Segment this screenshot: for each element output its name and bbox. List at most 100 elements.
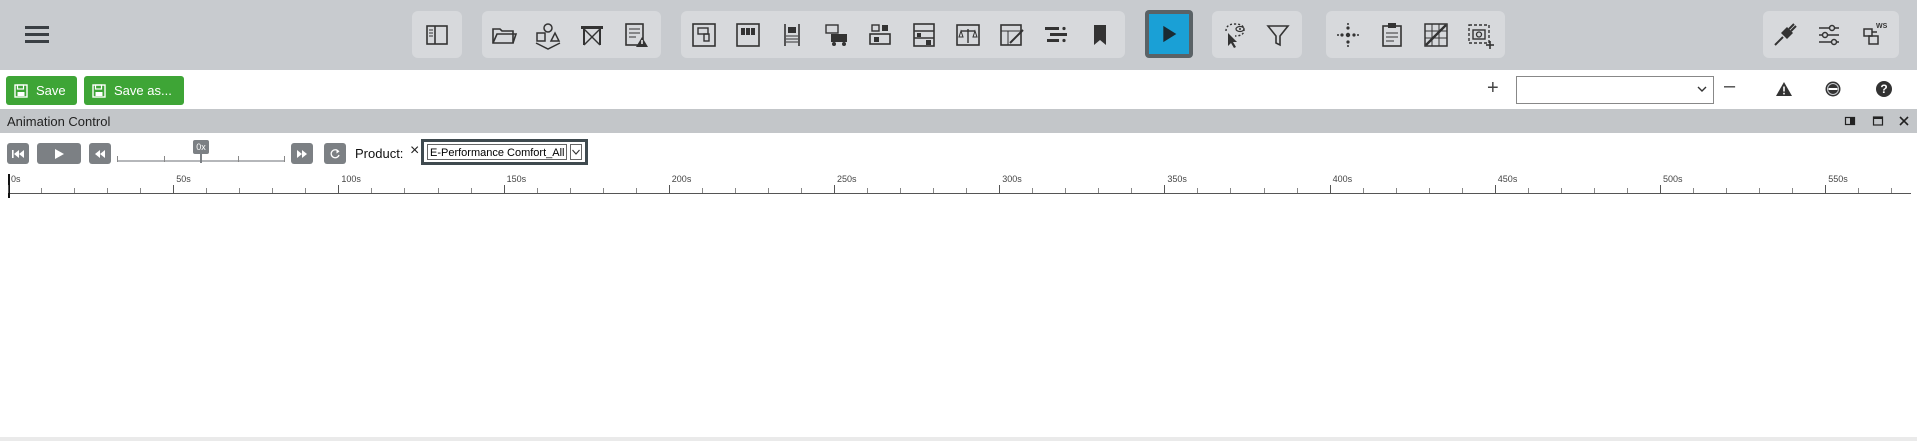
add-icon[interactable]: + <box>1487 77 1499 100</box>
gantt-button[interactable] <box>1036 11 1076 58</box>
fast-forward-icon <box>297 149 307 158</box>
timeline-tick <box>1032 188 1034 193</box>
timeline-tick <box>1693 188 1695 193</box>
run-simulation-button[interactable] <box>1145 10 1193 58</box>
workspace-button[interactable]: WS <box>1853 11 1893 58</box>
shelf-button[interactable] <box>904 11 944 58</box>
workspace-badge: WS <box>1876 23 1888 30</box>
timeline-tick <box>569 188 571 193</box>
timeline-tick <box>1792 188 1794 193</box>
timeline-tick <box>1660 185 1661 193</box>
plugin-icon <box>1774 22 1797 46</box>
dock-icon[interactable] <box>1844 115 1856 127</box>
bookmark-button[interactable] <box>1080 11 1120 58</box>
timeline-tick <box>503 185 505 193</box>
timeline-tick <box>800 188 802 193</box>
columns-button[interactable] <box>728 11 768 58</box>
timeline-tick <box>1461 188 1463 193</box>
timeline-tick <box>1197 188 1199 193</box>
floppy-disk-icon <box>14 83 28 98</box>
timeline-tick <box>734 188 736 193</box>
balance-button[interactable] <box>948 11 988 58</box>
timeline-tick <box>966 188 968 193</box>
lasso-select-button[interactable] <box>1214 11 1254 58</box>
settings-sliders-icon <box>1819 24 1839 45</box>
timeline-label: 100s <box>341 174 361 184</box>
timeline-tick <box>74 188 76 193</box>
vehicles-button[interactable] <box>816 11 856 58</box>
remove-icon[interactable]: – <box>1724 75 1735 98</box>
plugin-button[interactable] <box>1765 11 1805 58</box>
timeline-tick <box>1560 188 1562 193</box>
timeline-tick <box>1164 185 1166 193</box>
grid-edit-button[interactable] <box>1416 11 1456 58</box>
filter-button[interactable] <box>1258 11 1298 58</box>
timeline-tick <box>272 188 274 193</box>
product-select-dropdown[interactable] <box>570 144 582 160</box>
timeline-label: 550s <box>1828 174 1848 184</box>
shapes-button[interactable] <box>528 11 568 58</box>
conveyor-icon <box>784 23 800 46</box>
timeline-tick <box>1395 188 1397 193</box>
speed-tick <box>117 156 118 162</box>
timeline-tick <box>867 188 869 193</box>
timeline-tick <box>536 188 538 193</box>
stop-button[interactable] <box>1822 78 1844 100</box>
rewind-icon <box>95 149 105 158</box>
timeline-ruler[interactable]: 0s 50s 100s 150s 200s 250s 300s 350s 400s 450s 500… <box>0 172 1917 202</box>
edit-grid-icon <box>1000 23 1024 46</box>
toolbar-group-system: WS <box>1763 11 1899 58</box>
close-icon[interactable] <box>1898 115 1910 127</box>
scatter-button[interactable] <box>1328 11 1368 58</box>
skip-to-start-button[interactable] <box>7 143 29 164</box>
save-button[interactable]: Save <box>6 76 77 105</box>
document-warning-icon <box>625 22 648 47</box>
open-project-button[interactable] <box>484 11 524 58</box>
scatter-icon <box>1337 22 1359 47</box>
rack-button[interactable] <box>572 11 612 58</box>
conveyor-button[interactable] <box>772 11 812 58</box>
save-button-label: Save <box>36 83 66 98</box>
clipboard-button[interactable] <box>1372 11 1412 58</box>
clear-product-icon[interactable]: × <box>410 142 419 160</box>
timeline-tick <box>437 188 439 193</box>
timeline-tick <box>1263 188 1265 193</box>
warning-button[interactable] <box>1773 78 1795 100</box>
loop-button[interactable] <box>324 143 346 164</box>
timeline-tick <box>1230 188 1232 193</box>
speed-slider-thumb[interactable]: 0x <box>193 140 209 154</box>
rewind-button[interactable] <box>89 143 111 164</box>
timeline-tick <box>1593 188 1595 193</box>
timeline-tick <box>8 185 9 193</box>
edit-grid-button[interactable] <box>992 11 1032 58</box>
grid-edit-icon <box>1424 22 1448 47</box>
help-button[interactable]: ? <box>1873 78 1895 100</box>
layout-button[interactable] <box>684 11 724 58</box>
toolbar-group-tools <box>1326 11 1505 58</box>
panel-toggle-button[interactable] <box>417 11 457 58</box>
screenshot-add-icon <box>1468 23 1494 49</box>
help-icon: ? <box>1876 81 1892 97</box>
gantt-icon <box>1045 26 1067 42</box>
screenshot-button[interactable] <box>1460 11 1500 58</box>
timeline-tick <box>668 185 670 193</box>
timeline-tick <box>173 185 175 193</box>
report-warning-button[interactable] <box>616 11 656 58</box>
timeline-tick <box>107 188 109 193</box>
settings-button[interactable] <box>1809 11 1849 58</box>
menu-icon[interactable] <box>22 20 56 50</box>
maximize-icon[interactable] <box>1872 115 1884 127</box>
save-as-button[interactable]: Save as... <box>84 76 184 105</box>
timeline-label: 400s <box>1332 174 1353 184</box>
timeline-tick <box>1527 188 1529 193</box>
play-icon <box>55 148 64 159</box>
fast-forward-button[interactable] <box>291 143 313 164</box>
product-select[interactable]: E-Performance Comfort_All <box>421 139 588 165</box>
timeline-tick <box>404 188 406 193</box>
play-button[interactable] <box>37 143 81 164</box>
view-combo[interactable] <box>1516 76 1714 104</box>
stations-button[interactable] <box>860 11 900 58</box>
timeline-label: 0s <box>11 174 21 184</box>
save-bar: Save Save as... + – ? <box>0 70 1917 109</box>
timeline-label: 450s <box>1497 174 1518 184</box>
